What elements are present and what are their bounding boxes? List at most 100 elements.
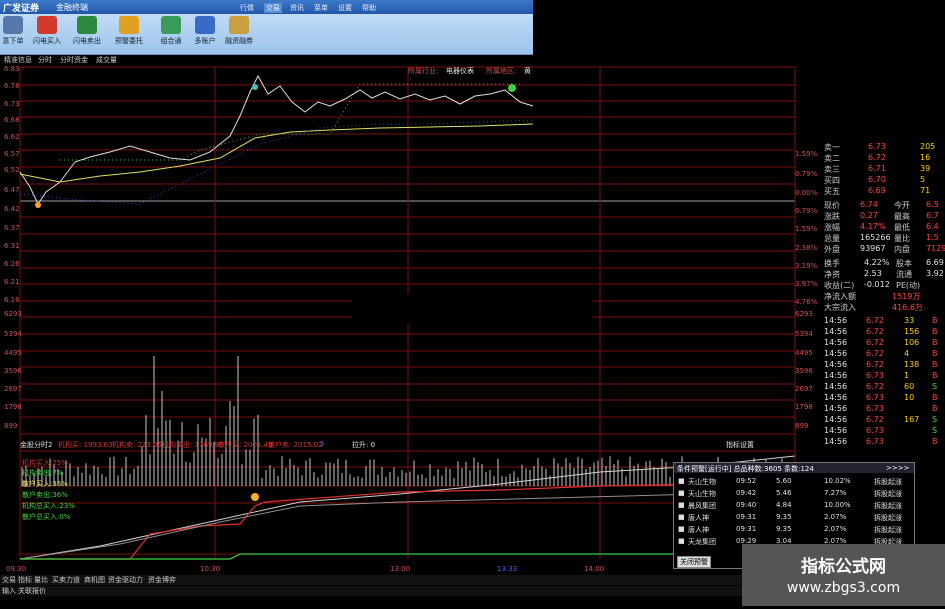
price-tick-label: 6.37 xyxy=(4,224,20,232)
btab-volume-ratio[interactable]: 量比 xyxy=(34,575,48,585)
tick-side: B xyxy=(932,393,938,402)
tick-volume: 138 xyxy=(904,360,920,369)
margin-trading-button[interactable]: 融资融券 xyxy=(220,16,258,52)
tick-price: 6.72 xyxy=(866,360,884,369)
book-label: 卖一 xyxy=(824,143,840,152)
menu-settings[interactable]: 设置 xyxy=(338,3,352,13)
portfolio-icon xyxy=(161,16,181,34)
alert-pct: 2.07% xyxy=(824,513,847,521)
ind-pull-up: 拉升: 0 xyxy=(352,441,376,449)
order-icon xyxy=(3,16,23,34)
tick-time: 14:56 xyxy=(824,415,848,424)
fund-flow-row: 大宗流入 416.6万 xyxy=(822,302,945,313)
alert-tag: 拆股起涨 xyxy=(874,478,902,486)
stat-value: 0.27 xyxy=(860,211,878,220)
tick-volume: 167 xyxy=(904,415,920,424)
stat-value: 165266 xyxy=(860,233,891,242)
volume-tick-label: 4495 xyxy=(4,349,22,357)
tick-volume: 156 xyxy=(904,327,920,336)
percent-tick-label: 0.00% xyxy=(795,189,818,197)
time-1300: 13:00 xyxy=(390,565,411,573)
alert-order-button[interactable]: 预警委托 xyxy=(110,16,148,52)
stat-value: 3.92 xyxy=(926,269,944,278)
alert-row[interactable]: ■ 唐人神 09:31 9.35 2.07% 拆股起涨 xyxy=(678,525,910,535)
buy-icon xyxy=(37,16,57,34)
tick-side: B xyxy=(932,338,938,347)
btab-buysell-power[interactable]: 买卖力道 xyxy=(52,575,80,585)
alert-row[interactable]: ■ 唐人神 09:31 9.35 2.07% 拆股起涨 xyxy=(678,513,910,523)
fundamental-row: 收益(二) -0.012 PE(动) xyxy=(822,280,945,291)
indicator-settings-button[interactable]: 指标设置 xyxy=(726,440,754,450)
ind-extra: 5 xyxy=(320,440,325,448)
menu-help[interactable]: 帮助 xyxy=(362,3,376,13)
btab-fund-drive[interactable]: 资金驱动力 xyxy=(108,575,143,585)
brand-logo: 广发证券 xyxy=(3,4,40,14)
menu-trade[interactable]: 交易 xyxy=(264,3,282,13)
order-book-row: 买四 6.70 5 xyxy=(822,175,945,186)
alert-bullet-icon: ■ xyxy=(678,501,685,509)
alert-row[interactable]: ■ 晨风集团 09:40 4.84 10.00% 拆股起涨 xyxy=(678,501,910,511)
btab-indicator[interactable]: 指标 xyxy=(18,575,32,585)
stat-value: 6.4 xyxy=(926,222,939,231)
book-price: 6.72 xyxy=(868,153,886,162)
btab-input[interactable]: 输入 xyxy=(2,586,16,596)
stat-value: 1.5 xyxy=(926,233,939,242)
indicator-name[interactable]: 金股分时2 xyxy=(20,440,52,450)
percent-tick-label: 4.76% xyxy=(795,298,818,306)
order-book-row: 卖三 6.71 39 xyxy=(822,164,945,175)
volume-tick-label-right: 6293 xyxy=(795,310,813,318)
percent-tick-label: 1.59% xyxy=(795,225,818,233)
tick-side: B xyxy=(932,371,938,380)
flash-sell-button[interactable]: 闪电卖出 xyxy=(68,16,106,52)
btab-fund-game[interactable]: 资金博弈 xyxy=(148,575,176,585)
stat-value: 6.5 xyxy=(926,200,939,209)
alert-row[interactable]: ■ 天山生物 09:52 5.60 10.02% 拆股起涨 xyxy=(678,477,910,487)
price-tick-label: 6.52 xyxy=(4,166,20,174)
volume-tick-label-right: 4495 xyxy=(795,349,813,357)
tick-time: 14:56 xyxy=(824,327,848,336)
tick-volume: 106 xyxy=(904,338,920,347)
portfolio-button[interactable]: 组合通 xyxy=(152,16,190,52)
stat-label: 涨跌 xyxy=(824,212,840,221)
tick-time: 14:56 xyxy=(824,338,848,347)
volume-tick-label-right: 5394 xyxy=(795,330,813,338)
legend-retail-total: 散户总买入:0% xyxy=(22,513,71,521)
alert-tag: 拆股起涨 xyxy=(874,514,902,522)
flow-label: 大宗流入 xyxy=(824,303,856,312)
menu-quote[interactable]: 行情 xyxy=(240,3,254,13)
alert-bullet-icon: ■ xyxy=(678,477,685,485)
alert-row[interactable]: ■ 天山生物 09:42 5.46 7.27% 拆股起涨 xyxy=(678,489,910,499)
btab-trade[interactable]: 交易 xyxy=(2,575,16,585)
order-book-row: 买五 6.69 71 xyxy=(822,186,945,197)
alert-expand-button[interactable]: >>>> xyxy=(886,464,909,472)
legend-inst-sell: 机构卖出:7% xyxy=(22,469,64,477)
quote-stat-row: 现价 6.74 今开 6.5 xyxy=(822,200,945,211)
high-marker xyxy=(252,84,258,90)
btab-related-quote[interactable]: 关联报价 xyxy=(18,586,46,596)
tick-row: 14:56 6.73 10 B xyxy=(822,393,945,404)
alert-time: 09:40 xyxy=(736,501,757,509)
tick-row: 14:56 6.73 B xyxy=(822,404,945,415)
menu-news[interactable]: 资讯 xyxy=(290,3,304,13)
book-label: 卖二 xyxy=(824,154,840,163)
multi-account-button[interactable]: 多账户 xyxy=(186,16,224,52)
price-line xyxy=(19,74,534,206)
btab-opportunity[interactable]: 商机图 xyxy=(84,575,105,585)
book-volume: 205 xyxy=(920,142,936,151)
stat-label: 收益(二) xyxy=(824,281,855,290)
flash-buy-button[interactable]: 闪电买入 xyxy=(28,16,66,52)
menu-menu[interactable]: 菜单 xyxy=(314,3,328,13)
book-volume: 71 xyxy=(920,186,931,195)
price-tick-label: 6.62 xyxy=(4,133,20,141)
bell-icon xyxy=(119,16,139,34)
close-alert-button[interactable]: 关闭预警 xyxy=(677,556,711,568)
alert-time: 09:31 xyxy=(736,525,757,533)
price-tick-label: 6.57 xyxy=(4,150,20,158)
alert-stock: 天山生物 xyxy=(688,490,716,498)
tick-volume: 4 xyxy=(904,349,910,358)
watermark-banner: 指标公式网 www.zbgs3.com xyxy=(742,544,945,606)
percent-tick-label: 3.97% xyxy=(795,280,818,288)
tick-side: B xyxy=(932,360,938,369)
tick-time: 14:56 xyxy=(824,382,848,391)
price-tick-label: 6.78 xyxy=(4,82,20,90)
